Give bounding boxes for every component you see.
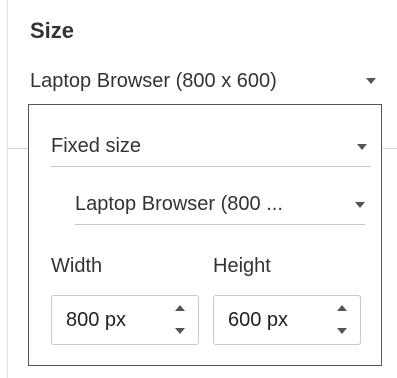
- width-stepper[interactable]: 800 px: [51, 295, 199, 345]
- preset-size-dropdown[interactable]: Laptop Browser (800 ...: [75, 187, 365, 225]
- size-options-popup: Fixed size Laptop Browser (800 ... Width…: [28, 104, 382, 366]
- chevron-up-icon: [175, 305, 185, 311]
- panel-divider-right: [383, 148, 397, 149]
- height-increment-button[interactable]: [324, 296, 360, 320]
- height-decrement-button[interactable]: [324, 320, 360, 344]
- panel-divider-left: [8, 148, 28, 149]
- section-title: Size: [30, 18, 75, 43]
- sizing-mode-value: Fixed size: [51, 135, 142, 157]
- width-decrement-button[interactable]: [162, 320, 198, 344]
- width-stepper-arrows: [162, 296, 198, 344]
- preset-size-value: Laptop Browser (800 ...: [75, 193, 283, 215]
- width-label: Width: [51, 255, 103, 277]
- chevron-down-icon: [337, 328, 347, 334]
- panel-left-border: [7, 0, 8, 378]
- chevron-down-icon[interactable]: [357, 144, 367, 150]
- width-increment-button[interactable]: [162, 296, 198, 320]
- chevron-down-icon: [175, 328, 185, 334]
- chevron-down-icon[interactable]: [355, 202, 365, 208]
- height-stepper-arrows: [324, 296, 360, 344]
- size-dropdown-value: Laptop Browser (800 x 600): [30, 69, 277, 92]
- height-label: Height: [213, 255, 271, 277]
- chevron-up-icon: [337, 305, 347, 311]
- width-value[interactable]: 800 px: [66, 309, 126, 332]
- size-dropdown[interactable]: Laptop Browser (800 x 600): [30, 66, 386, 96]
- chevron-down-icon[interactable]: [366, 78, 376, 84]
- sizing-mode-dropdown[interactable]: Fixed size: [51, 129, 371, 167]
- height-value[interactable]: 600 px: [228, 309, 288, 332]
- height-stepper[interactable]: 600 px: [213, 295, 361, 345]
